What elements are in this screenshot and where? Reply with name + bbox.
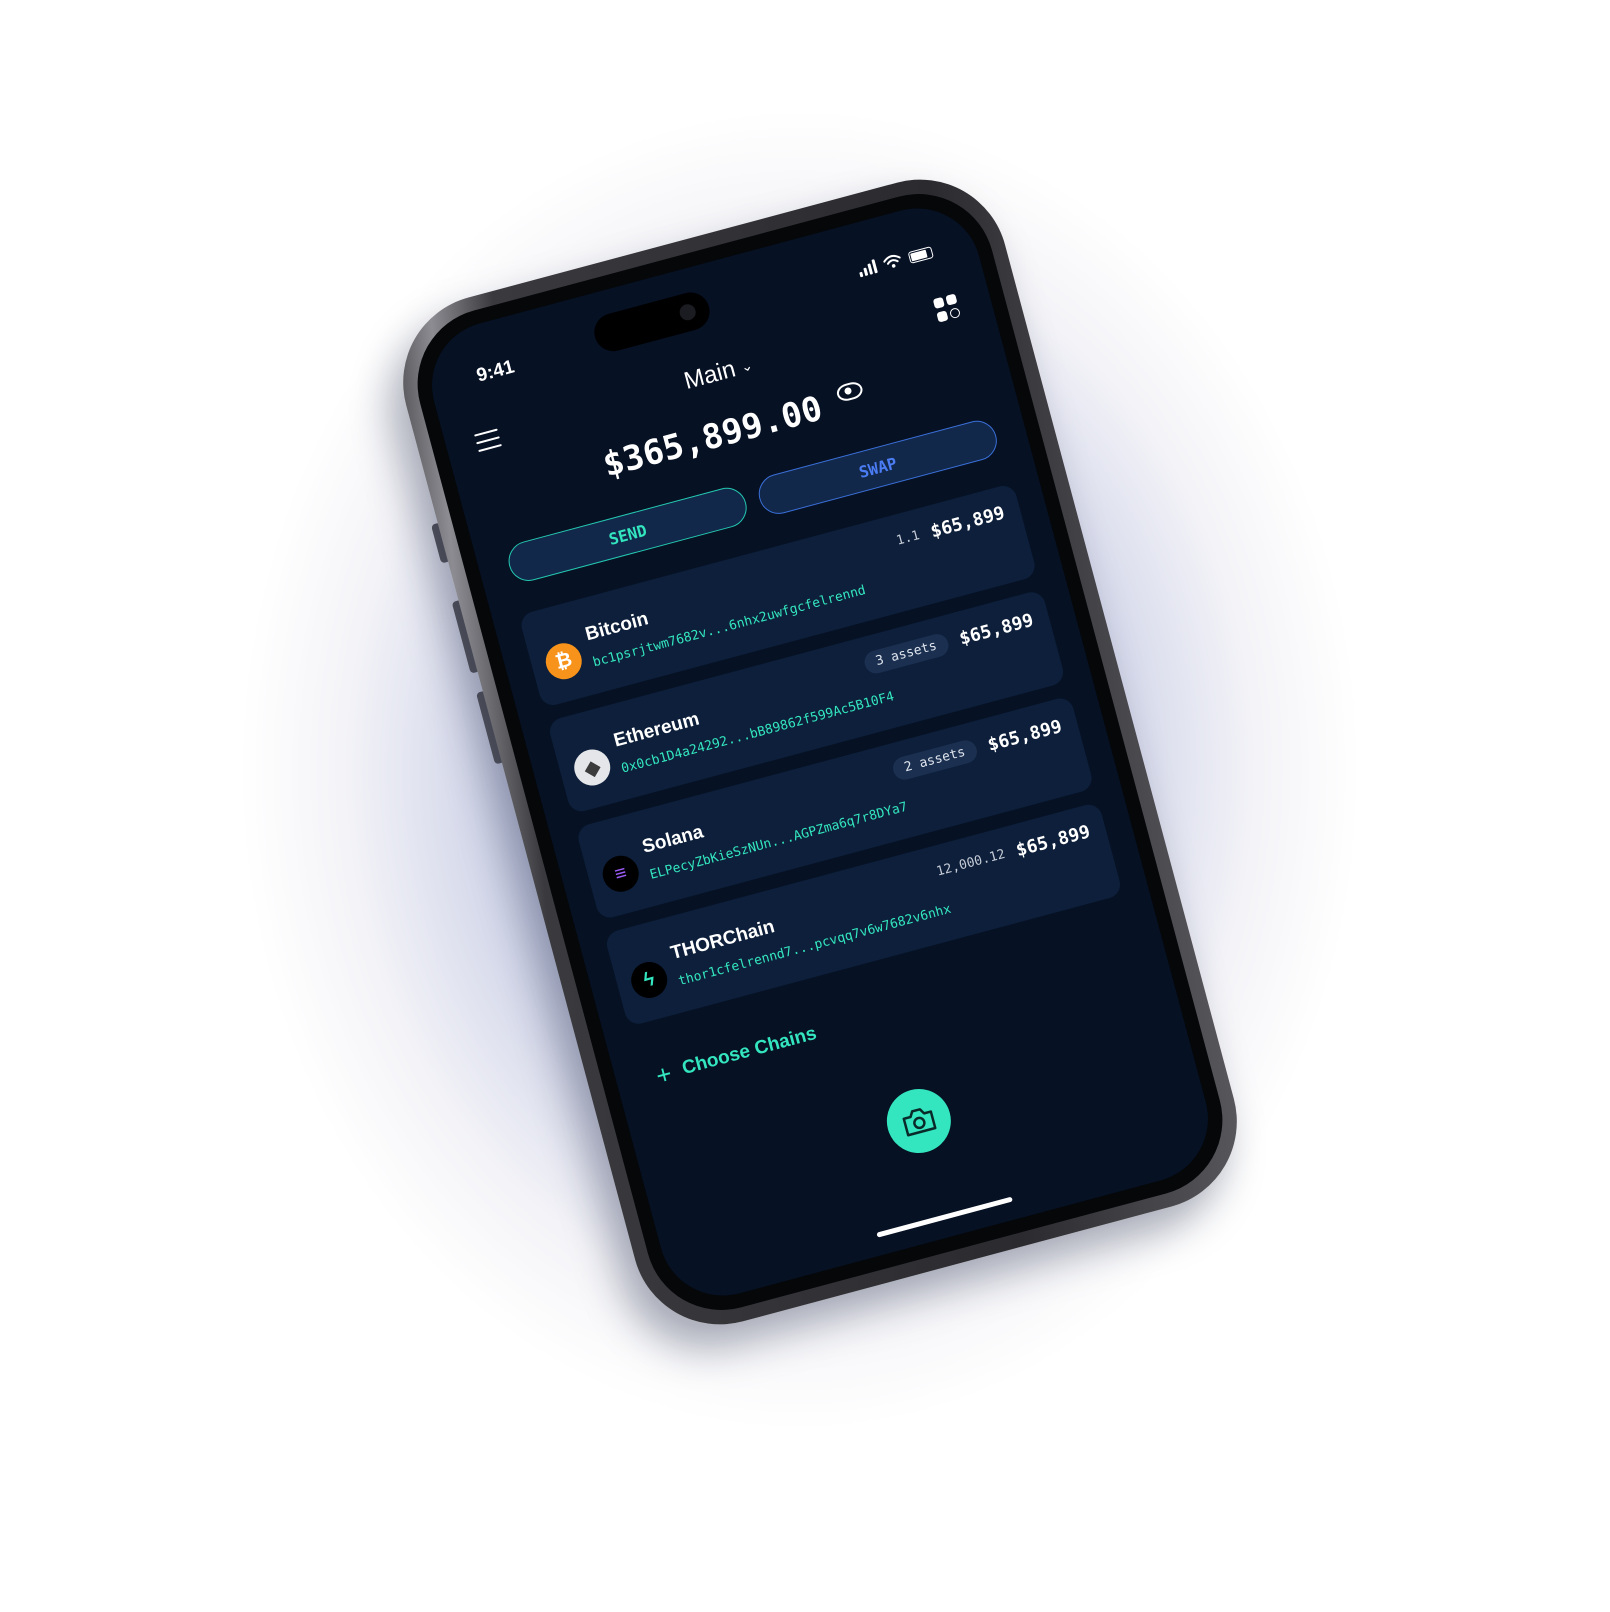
ethereum-logo-icon: ◆ — [570, 745, 615, 790]
vault-name: Main — [681, 355, 739, 395]
battery-icon — [907, 246, 934, 264]
thorchain-logo-icon: ϟ — [627, 957, 672, 1003]
chain-value: $65,899 — [928, 502, 1008, 543]
chain-value: $65,899 — [985, 715, 1065, 756]
phone-device: 9:41 Main⌄ $365,899.00 SEND SWAP ₿ Bitco… — [383, 159, 1257, 1345]
signal-icon — [857, 259, 878, 278]
app-screen: 9:41 Main⌄ $365,899.00 SEND SWAP ₿ Bitco… — [417, 194, 1223, 1310]
choose-chains-button[interactable]: + Choose Chains — [652, 1021, 820, 1091]
choose-chains-label: Choose Chains — [679, 1022, 819, 1080]
chain-name: Solana — [639, 821, 706, 858]
chain-amount: 1.1 — [894, 528, 922, 549]
chain-summary: 12,000.12 $65,899 — [934, 821, 1093, 882]
wifi-icon — [883, 254, 901, 268]
status-icons — [857, 244, 934, 278]
solana-logo-icon: ≡ — [598, 851, 643, 896]
front-camera — [677, 302, 698, 323]
chain-value: $65,899 — [1013, 821, 1093, 862]
chain-list: ₿ Bitcoin bc1psrjtwm7682v...6nhx2uwfgcfe… — [518, 482, 1126, 1041]
assets-badge: 3 assets — [861, 631, 952, 677]
chain-amount: 12,000.12 — [934, 846, 1007, 880]
chain-summary: 1.1 $65,899 — [894, 502, 1007, 551]
chevron-down-icon: ⌄ — [738, 356, 755, 376]
status-time: 9:41 — [474, 356, 517, 387]
dynamic-island — [590, 288, 714, 356]
camera-icon — [902, 1108, 937, 1137]
chain-value: $65,899 — [957, 609, 1036, 650]
bitcoin-logo-icon: ₿ — [541, 639, 586, 684]
assets-badge: 2 assets — [890, 737, 980, 783]
chain-summary: 2 assets $65,899 — [890, 715, 1065, 783]
plus-icon: + — [652, 1057, 675, 1091]
chain-name: Bitcoin — [583, 608, 651, 646]
eye-icon[interactable] — [834, 380, 865, 404]
camera-button[interactable] — [879, 1081, 959, 1161]
chain-summary: 3 assets $65,899 — [861, 609, 1036, 677]
